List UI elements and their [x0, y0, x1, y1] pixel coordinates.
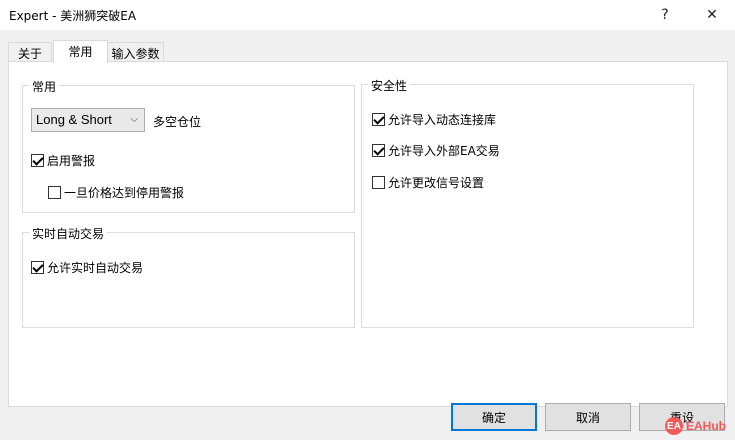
- group-live-trading-title: 实时自动交易: [29, 225, 108, 242]
- ok-button[interactable]: 确定: [451, 403, 537, 431]
- close-icon: ✕: [706, 7, 718, 23]
- eahub-watermark: EA EAHub: [665, 416, 726, 436]
- group-live-trading: 实时自动交易 允许实时自动交易: [22, 225, 355, 328]
- title-bar: Expert - 美洲狮突破EA ? ✕: [0, 0, 735, 30]
- chevron-down-icon: ⌵: [130, 114, 138, 125]
- checkbox-checked-icon: [372, 143, 385, 157]
- enable-alerts-label: 启用警报: [47, 153, 96, 168]
- allow-external-ea-checkbox[interactable]: 允许导入外部EA交易: [372, 142, 500, 158]
- allow-external-ea-label: 允许导入外部EA交易: [388, 143, 500, 158]
- enable-alerts-checkbox[interactable]: 启用警报: [31, 152, 95, 168]
- watermark-text: EAHub: [686, 419, 726, 433]
- allow-dll-import-label: 允许导入动态连接库: [388, 112, 497, 127]
- allow-signal-change-checkbox[interactable]: 允许更改信号设置: [372, 174, 484, 190]
- position-select-value: Long & Short: [36, 112, 112, 127]
- disable-alert-on-price-label: 一旦价格达到停用警报: [64, 185, 185, 200]
- close-button[interactable]: ✕: [689, 0, 735, 30]
- group-common-title: 常用: [29, 78, 60, 95]
- checkbox-checked-icon: [372, 112, 385, 126]
- group-security: 安全性 允许导入动态连接库 允许导入外部EA交易 允许更改信号设置: [361, 77, 694, 328]
- group-security-title: 安全性: [368, 77, 411, 94]
- tab-about[interactable]: 关于: [8, 42, 52, 62]
- checkbox-checked-icon: [31, 153, 44, 167]
- checkbox-unchecked-icon: [48, 185, 61, 199]
- disable-alert-on-price-checkbox[interactable]: 一旦价格达到停用警报: [48, 184, 184, 200]
- allow-live-trading-label: 允许实时自动交易: [47, 260, 144, 275]
- window-title: Expert - 美洲狮突破EA: [9, 9, 137, 23]
- allow-signal-change-label: 允许更改信号设置: [388, 175, 485, 190]
- allow-dll-import-checkbox[interactable]: 允许导入动态连接库: [372, 111, 496, 127]
- checkbox-unchecked-icon: [372, 175, 385, 189]
- group-common: 常用 Long & Short ⌵ 多空仓位 启用警报 一旦价格达到停用警报: [22, 78, 355, 213]
- allow-live-trading-checkbox[interactable]: 允许实时自动交易: [31, 259, 143, 275]
- cancel-button[interactable]: 取消: [545, 403, 631, 431]
- help-icon: ?: [661, 7, 669, 23]
- help-button[interactable]: ?: [642, 0, 688, 30]
- position-select-label: 多空仓位: [153, 115, 202, 129]
- checkbox-checked-icon: [31, 260, 44, 274]
- tab-inputs[interactable]: 输入参数: [107, 42, 164, 62]
- position-select[interactable]: Long & Short ⌵: [31, 108, 145, 132]
- eahub-logo-icon: EA: [665, 417, 683, 435]
- tab-panel-common: 常用 Long & Short ⌵ 多空仓位 启用警报 一旦价格达到停用警报 实…: [8, 61, 728, 407]
- tab-common[interactable]: 常用: [53, 40, 108, 63]
